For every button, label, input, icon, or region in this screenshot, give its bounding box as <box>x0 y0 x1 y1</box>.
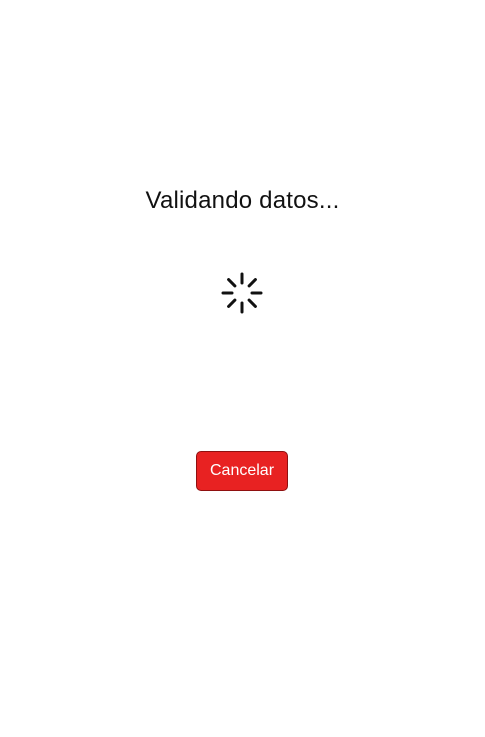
loading-spinner-icon <box>221 272 263 314</box>
cancel-button[interactable]: Cancelar <box>196 451 288 491</box>
loading-title: Validando datos... <box>145 187 340 214</box>
